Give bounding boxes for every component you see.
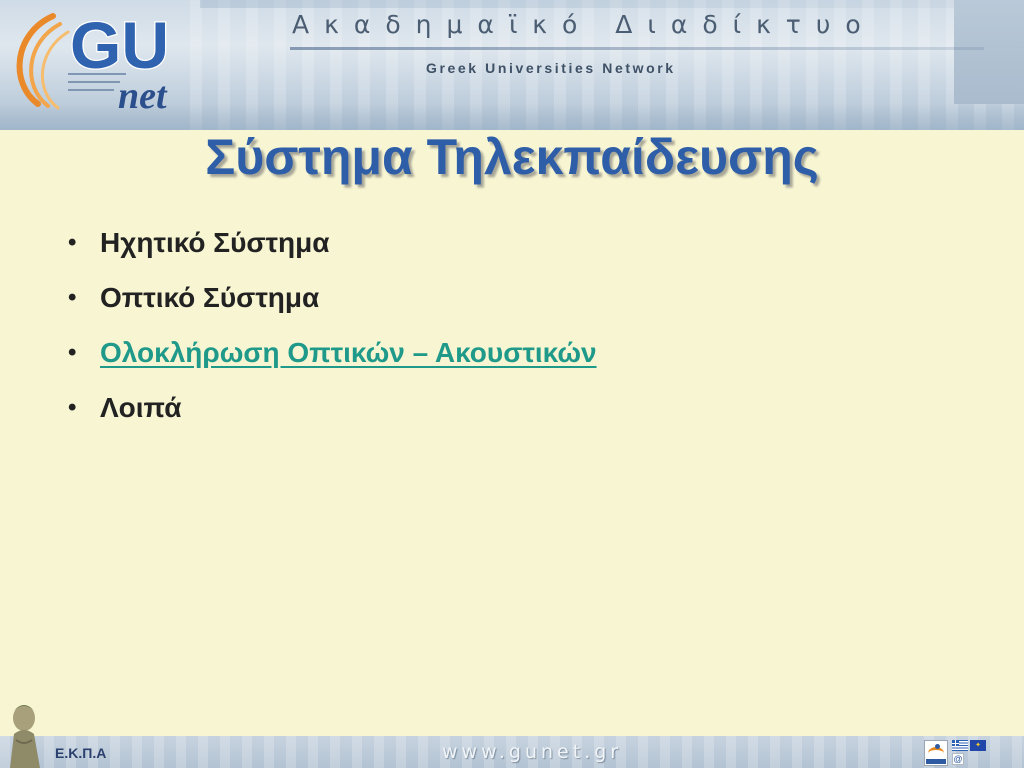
slide-title: Σύστημα Τηλεκπαίδευσης: [205, 129, 819, 185]
header-band-top: [200, 0, 1024, 8]
bullet-item: • Ηχητικό Σύστημα: [68, 218, 597, 273]
bullet-dot: •: [68, 339, 77, 366]
gunet-logo: GU net: [16, 7, 170, 116]
at-sign-icon: @: [952, 753, 964, 765]
bullet-text: Οπτικό Σύστημα: [100, 282, 320, 313]
bullet-link-audiovisual[interactable]: Ολοκλήρωση Οπτικών – Ακουστικών: [100, 337, 597, 368]
information-society-icon: [924, 740, 948, 766]
bullet-dot: •: [68, 229, 77, 256]
footer-org-label: Ε.Κ.Π.Α: [55, 745, 107, 761]
bullet-dot: •: [68, 394, 77, 421]
footer-url: www.gunet.gr: [442, 741, 623, 763]
eu-flag-icon: ✦: [970, 740, 986, 751]
greek-flag-icon: [952, 740, 968, 751]
footer-bar: www.gunet.gr: [0, 736, 1024, 768]
bullet-item: • Ολοκλήρωση Οπτικών – Ακουστικών: [68, 328, 597, 383]
header-right-panel: [954, 0, 1024, 104]
bullet-list: • Ηχητικό Σύστημα • Οπτικό Σύστημα • Ολοκλή…: [68, 218, 597, 438]
bullet-dot: •: [68, 284, 77, 311]
bullet-text: Λοιπά: [100, 392, 182, 423]
header-banner: GU net Ακαδημαϊκό Διαδίκτυο Greek Univer…: [0, 0, 1024, 130]
bullet-item: • Οπτικό Σύστημα: [68, 273, 597, 328]
bullet-text: Ηχητικό Σύστημα: [100, 227, 330, 258]
header-subtitle: Greek Universities Network: [426, 60, 676, 76]
statue-icon: [10, 705, 40, 768]
bullet-item: • Λοιπά: [68, 383, 597, 438]
logo-net-text: net: [118, 75, 168, 116]
header-rule: [290, 47, 984, 50]
logo-gu-text: GU: [70, 8, 169, 82]
header-title: Ακαδημαϊκό Διαδίκτυο: [292, 10, 876, 39]
